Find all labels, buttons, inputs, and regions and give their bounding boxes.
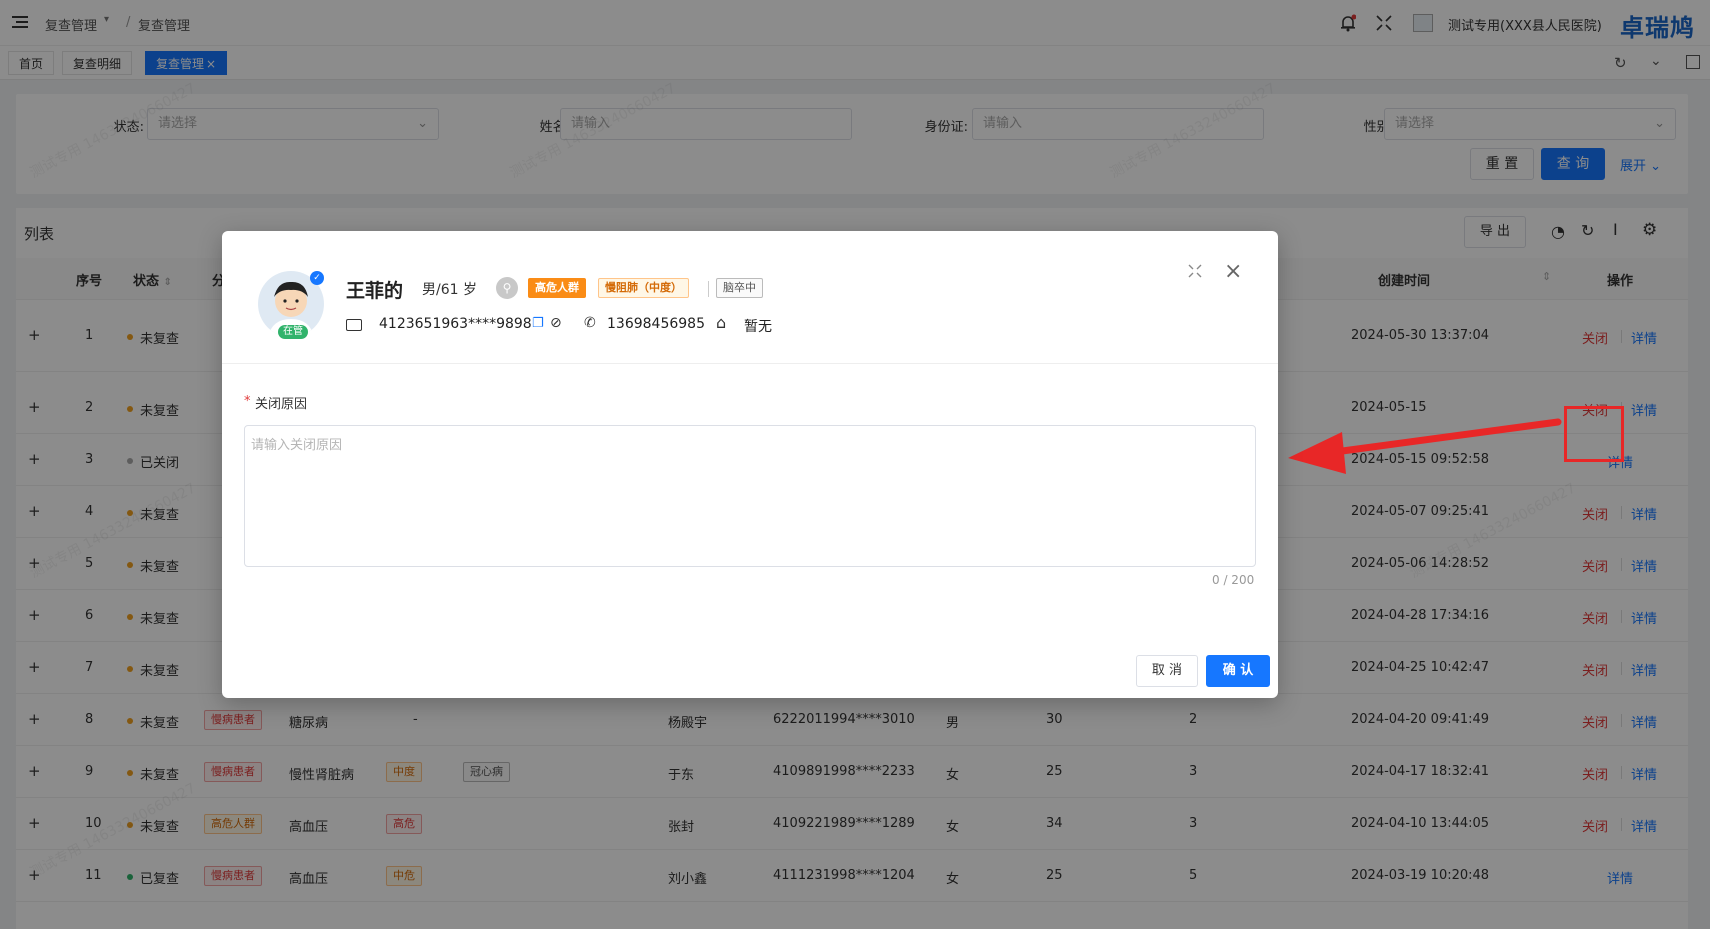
required-mark: * — [244, 394, 251, 409]
link-icon[interactable]: ⚲ — [496, 277, 518, 299]
patient-name: 王菲的 — [346, 280, 404, 302]
textarea-placeholder: 请输入关闭原因 — [251, 438, 343, 453]
confirm-button[interactable]: 确 认 — [1206, 655, 1270, 687]
copy-icon[interactable]: ❐ — [532, 316, 544, 331]
char-counter: 0 / 200 — [1212, 573, 1255, 587]
phone-number: 13698456985 — [607, 316, 705, 332]
close-reason-label: 关闭原因 — [255, 397, 308, 412]
address: 暂无 — [744, 319, 772, 335]
idcard-icon — [346, 319, 362, 331]
modal-fullscreen-icon[interactable] — [1188, 264, 1202, 278]
close-reason-textarea[interactable]: 请输入关闭原因 — [244, 425, 1256, 567]
tag-copd: 慢阻肺（中度） — [598, 278, 689, 298]
home-icon: ⌂ — [716, 313, 727, 332]
verified-check-icon: ✓ — [310, 271, 324, 285]
patient-gender-age: 男/61 岁 — [422, 282, 477, 298]
modal-divider — [222, 363, 1278, 364]
phone-icon: ✆ — [584, 315, 596, 331]
tag-high-risk: 高危人群 — [528, 278, 586, 298]
managed-status-badge: 在管 — [278, 325, 308, 339]
tag-divider — [708, 281, 709, 297]
tag-stroke: 脑卒中 — [716, 278, 763, 298]
eye-hidden-icon[interactable]: ⊘ — [550, 315, 562, 331]
close-reason-modal: ✓ 在管 王菲的 男/61 岁 ⚲ 高危人群 慢阻肺（中度） 脑卒中 41236… — [222, 231, 1278, 698]
annotation-box — [1564, 406, 1624, 462]
id-number: 4123651963****9898 — [379, 316, 532, 332]
cancel-button[interactable]: 取 消 — [1136, 655, 1198, 687]
modal-close-icon[interactable]: × — [1224, 259, 1242, 284]
annotation-arrow — [1288, 418, 1562, 474]
